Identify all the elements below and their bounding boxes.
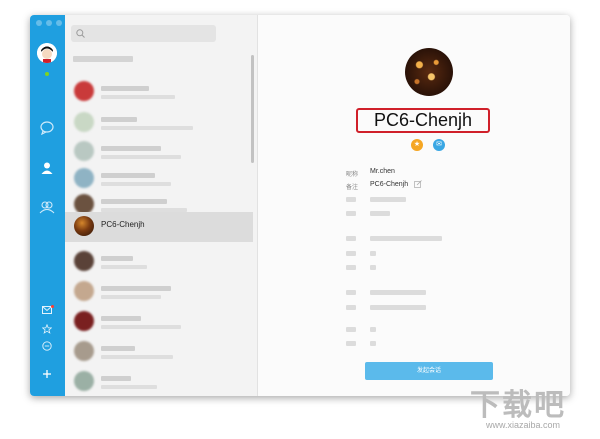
blurred-field-value [370,305,426,310]
blurred-field-label [346,236,356,241]
blurred-field-value [370,327,376,332]
blurred-contact-subtitle [101,126,193,130]
blurred-field-label [346,197,356,202]
contact-avatar [74,194,94,214]
watermark-url: www.xiazaiba.com [486,420,561,430]
contact-avatar [74,341,94,361]
blurred-contact-name [101,117,137,122]
blurred-field-value [370,236,442,241]
blurred-contact-subtitle [101,325,181,329]
profile-display-name: PC6-Chenjh [373,110,473,130]
blurred-contact-subtitle [101,355,173,359]
add-icon[interactable] [41,369,53,381]
close-window-button[interactable] [36,20,42,26]
blurred-field-value [370,290,426,295]
contact-row[interactable] [65,77,253,107]
contact-avatar [74,216,94,236]
profile-name-highlight: PC6-Chenjh [356,108,490,133]
blurred-field-value [370,251,376,256]
blurred-field-value [370,211,390,216]
contact-avatar [74,168,94,188]
blurred-contact-subtitle [101,385,157,389]
remark-value: PC6-Chenjh [370,181,409,188]
online-status-icon [45,72,49,76]
blurred-contact-name [101,346,135,351]
blurred-field-label [346,305,356,310]
minimize-window-button[interactable] [46,20,52,26]
zoom-window-button[interactable] [56,20,62,26]
search-input[interactable] [71,25,216,42]
blurred-contact-name [101,256,133,261]
watermark: 下载吧 www.xiazaiba.com [470,380,590,435]
contact-row[interactable] [65,307,253,337]
more-options-icon[interactable] [41,341,53,353]
nickname-label: 昵称 [346,172,359,178]
contact-name: PC6-Chenjh [101,220,145,229]
contact-row[interactable] [65,337,253,367]
contact-avatar [74,371,94,391]
blurred-field-value [370,341,376,346]
blurred-contact-name [101,146,161,151]
blurred-contact-name [101,316,141,321]
contact-avatar [74,311,94,331]
contact-row[interactable] [65,277,253,307]
edit-remark-icon[interactable] [414,180,422,190]
groups-icon[interactable] [39,200,55,216]
blurred-field-value [370,265,376,270]
blurred-field-label [346,290,356,295]
blurred-contact-name [101,286,171,291]
contacts-panel: PC6-Chenjh [65,15,258,396]
contact-avatar [74,81,94,101]
window-controls [36,20,62,26]
blurred-contact-subtitle [101,182,171,186]
blurred-contact-name [101,376,131,381]
email-icon[interactable]: ✉ [433,139,445,151]
blurred-contact-name [101,173,155,178]
blurred-contact-subtitle [101,265,147,269]
list-scrollbar[interactable] [251,55,254,163]
contact-row[interactable] [65,108,253,138]
contacts-icon[interactable] [39,161,55,177]
blurred-contact-subtitle [101,95,175,99]
blurred-field-label [346,251,356,256]
chat-bubble-icon[interactable] [39,121,55,137]
contact-row[interactable] [65,367,253,396]
blurred-field-label [346,265,356,270]
contact-row-selected[interactable]: PC6-Chenjh [65,212,253,242]
blurred-contact-name [101,199,167,204]
profile-detail-pane: PC6-Chenjh ★ ✉ 昵称 Mr.chen 备注 PC6-Chenjh … [258,15,570,396]
list-group-header [73,56,183,64]
blurred-field-label [346,341,356,346]
notification-dot-icon [51,305,54,308]
search-icon [76,29,85,38]
blurred-field-label [346,327,356,332]
app-window: PC6-Chenjh PC6-Chenjh ★ ✉ 昵称 Mr.chen 备注 … [30,15,570,396]
nickname-value: Mr.chen [370,168,395,175]
contact-avatar [74,141,94,161]
mail-icon[interactable] [41,305,54,318]
my-avatar[interactable] [37,43,57,63]
blurred-contact-subtitle [101,155,181,159]
contact-avatar [74,112,94,132]
blurred-field-value [370,197,406,202]
contact-row[interactable] [65,247,253,277]
profile-avatar [405,48,453,96]
contact-avatar [74,251,94,271]
remark-label: 备注 [346,185,359,191]
favorite-star-icon[interactable]: ★ [411,139,423,151]
blurred-contact-subtitle [101,295,161,299]
watermark-text: 下载吧 [470,389,566,422]
start-chat-button[interactable]: 发起会话 [365,362,493,380]
sidebar-nav [30,15,65,396]
blurred-contact-name [101,86,149,91]
blurred-field-label [346,211,356,216]
contact-row[interactable] [65,137,253,167]
contact-avatar [74,281,94,301]
favorites-icon[interactable] [41,323,53,336]
